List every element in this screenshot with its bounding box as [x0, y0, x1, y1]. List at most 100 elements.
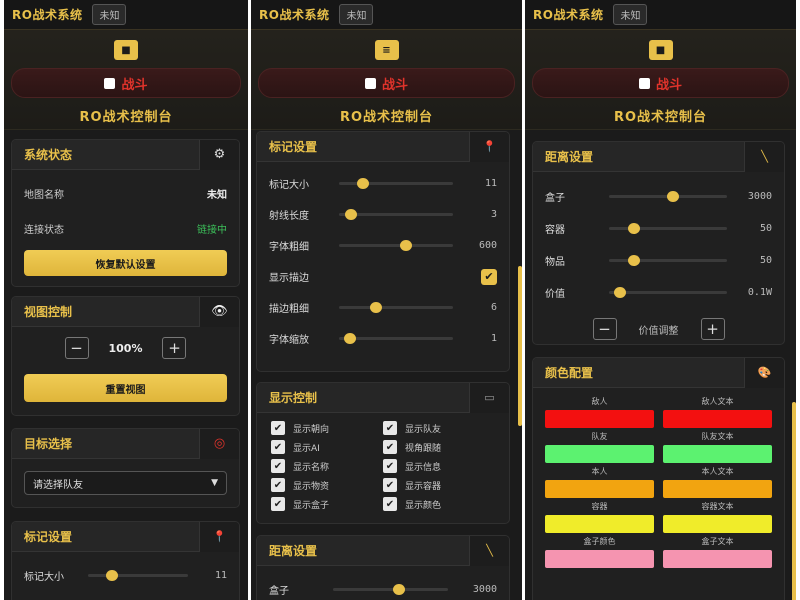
color-swatch[interactable]: [663, 515, 772, 533]
ruler-icon[interactable]: ╲: [469, 536, 509, 566]
color-swatch-item[interactable]: 容器文本: [663, 501, 772, 533]
display-option[interactable]: ✔ 显示朝向: [271, 421, 383, 435]
option-label: 显示名称: [293, 462, 330, 473]
color-swatch[interactable]: [663, 445, 772, 463]
fight-toggle[interactable]: 战斗: [258, 68, 515, 98]
target-icon[interactable]: ◎: [199, 429, 239, 459]
display-option[interactable]: ✔ 显示物资: [271, 478, 383, 492]
value-decrease-button[interactable]: −: [592, 318, 617, 340]
slider-knob[interactable]: [344, 333, 357, 344]
row-slider[interactable]: [339, 302, 453, 313]
scrollbar[interactable]: [518, 266, 522, 426]
color-swatch-item[interactable]: 敌人: [545, 396, 654, 428]
slider-knob[interactable]: [345, 209, 358, 220]
slider-value: 3000: [472, 584, 497, 595]
pin-icon[interactable]: 📍: [199, 522, 239, 552]
check-icon[interactable]: ✔: [271, 440, 285, 454]
zoom-in-button[interactable]: +: [162, 337, 187, 359]
display-option[interactable]: ✔ 显示颜色: [383, 497, 495, 511]
color-swatch[interactable]: [545, 445, 654, 463]
check-icon[interactable]: ✔: [383, 459, 397, 473]
menu-button[interactable]: ■: [114, 40, 138, 60]
color-swatch-item[interactable]: 本人文本: [663, 466, 772, 498]
slider-knob[interactable]: [667, 190, 680, 202]
row-slider[interactable]: [339, 240, 453, 251]
row-slider[interactable]: [609, 286, 727, 298]
color-swatch-item[interactable]: 敌人文本: [663, 396, 772, 428]
color-swatch-item[interactable]: 盒子文本: [663, 536, 772, 568]
check-icon[interactable]: ✔: [383, 497, 397, 511]
teammate-select[interactable]: 请选择队友 ▼: [24, 471, 227, 495]
display-control-card: 显示控制 ▭ ✔ 显示朝向 ✔ 显示队友 ✔ 显示AI ✔ 视角跟随 ✔ 显示名称 ✔ 显示信息 ✔ 显示物…: [256, 382, 510, 524]
monitor-icon[interactable]: ▭: [469, 383, 509, 413]
pin-icon[interactable]: 📍: [469, 132, 509, 162]
slider-knob[interactable]: [628, 222, 641, 234]
panel-middle: RO战术系统 未知 ≡ 战斗 RO战术控制台 标记设置 📍 标记大小 11 射线长度 3…: [251, 0, 522, 600]
color-swatch-item[interactable]: 盒子颜色: [545, 536, 654, 568]
marker-row: 显示描边 ✔: [257, 261, 509, 292]
fight-checkbox[interactable]: [104, 77, 116, 89]
slider-knob[interactable]: [393, 584, 405, 595]
row-slider[interactable]: [609, 190, 727, 202]
slider-knob[interactable]: [369, 302, 382, 313]
zoom-out-button[interactable]: −: [64, 337, 89, 359]
slider-knob[interactable]: [357, 178, 370, 189]
check-icon[interactable]: ✔: [271, 497, 285, 511]
marker-size-slider[interactable]: [88, 570, 188, 581]
color-swatch-item[interactable]: 队友: [545, 431, 654, 463]
slider-knob[interactable]: [614, 286, 627, 298]
fight-toggle[interactable]: 战斗: [532, 68, 789, 98]
color-swatch[interactable]: [545, 480, 654, 498]
display-option[interactable]: ✔ 显示队友: [383, 421, 495, 435]
check-icon[interactable]: ✔: [271, 421, 285, 435]
check-icon[interactable]: ✔: [383, 421, 397, 435]
row-slider[interactable]: [339, 178, 453, 189]
row-slider[interactable]: [609, 222, 727, 234]
color-swatch-item[interactable]: 容器: [545, 501, 654, 533]
marker-row: 射线长度 3: [257, 199, 509, 230]
display-option[interactable]: ✔ 显示名称: [271, 459, 383, 473]
display-option[interactable]: ✔ 显示信息: [383, 459, 495, 473]
slider-knob[interactable]: [106, 570, 118, 581]
menu-button[interactable]: ≡: [374, 40, 399, 60]
slider-knob[interactable]: [628, 254, 641, 266]
color-swatch[interactable]: [545, 550, 654, 568]
color-label: 敌人文本: [701, 397, 734, 406]
palette-icon[interactable]: 🎨: [744, 358, 784, 388]
check-icon[interactable]: ✔: [383, 440, 397, 454]
restore-defaults-button[interactable]: 恢复默认设置: [24, 250, 227, 276]
color-swatch[interactable]: [663, 480, 772, 498]
eye-icon[interactable]: 👁: [199, 297, 239, 327]
fight-checkbox[interactable]: [364, 77, 376, 89]
card-title: 目标选择: [24, 437, 73, 451]
color-swatch-item[interactable]: 本人: [545, 466, 654, 498]
display-option[interactable]: ✔ 显示AI: [271, 440, 383, 454]
stroke-checkbox[interactable]: ✔: [481, 268, 497, 285]
color-swatch-item[interactable]: 队友文本: [663, 431, 772, 463]
fight-toggle[interactable]: 战斗: [11, 68, 241, 98]
ruler-icon[interactable]: ╲: [744, 142, 784, 172]
menu-icon: ■: [655, 44, 666, 56]
check-icon[interactable]: ✔: [383, 478, 397, 492]
color-swatch[interactable]: [663, 410, 772, 428]
color-swatch[interactable]: [545, 410, 654, 428]
row-label: 容器: [545, 224, 565, 236]
color-swatch[interactable]: [545, 515, 654, 533]
display-option[interactable]: ✔ 显示盒子: [271, 497, 383, 511]
value-increase-button[interactable]: +: [700, 318, 725, 340]
scrollbar[interactable]: [792, 402, 796, 600]
color-swatch[interactable]: [663, 550, 772, 568]
menu-button[interactable]: ■: [648, 40, 673, 60]
display-option[interactable]: ✔ 视角跟随: [383, 440, 495, 454]
display-option[interactable]: ✔ 显示容器: [383, 478, 495, 492]
slider-knob[interactable]: [400, 240, 413, 251]
row-slider[interactable]: [339, 333, 453, 344]
row-slider[interactable]: [339, 209, 453, 220]
fight-checkbox[interactable]: [638, 77, 650, 89]
check-icon[interactable]: ✔: [271, 478, 285, 492]
row-slider[interactable]: [609, 254, 727, 266]
check-icon[interactable]: ✔: [271, 459, 285, 473]
gear-icon[interactable]: ⚙: [199, 140, 239, 170]
box-distance-slider[interactable]: [333, 584, 448, 595]
reset-view-button[interactable]: 重置视图: [24, 374, 227, 402]
